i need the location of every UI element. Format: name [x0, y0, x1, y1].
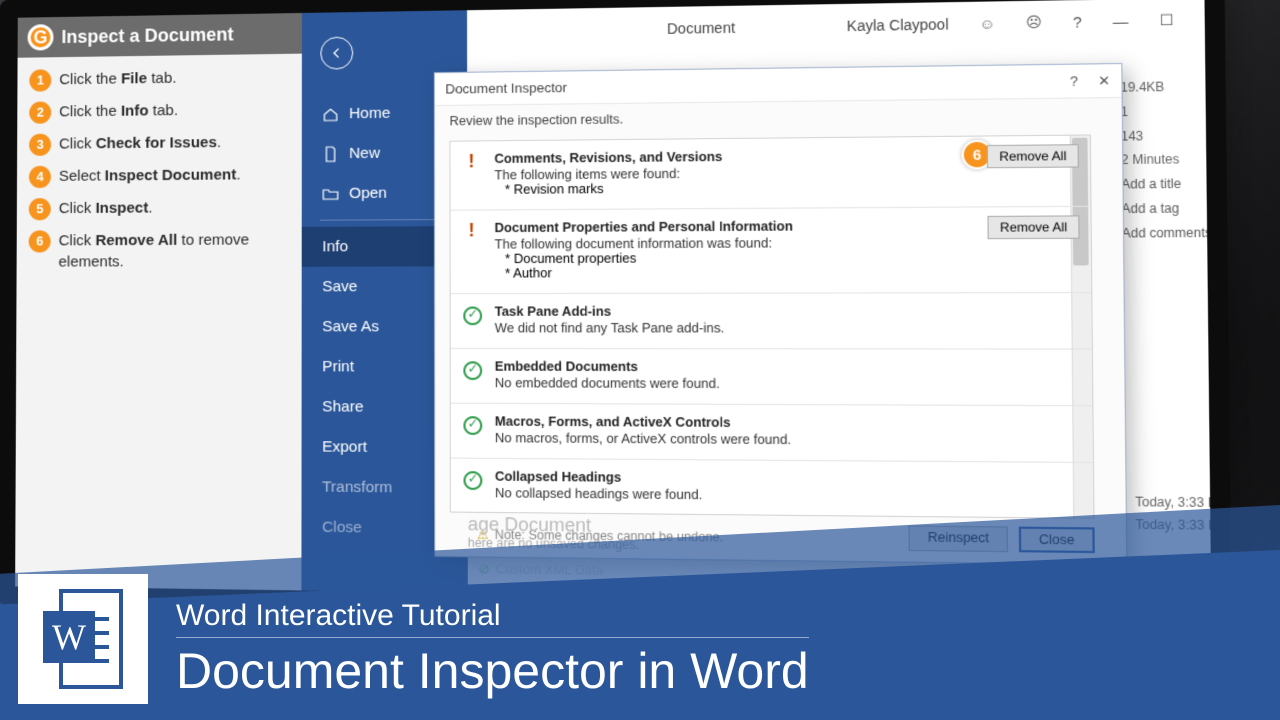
tutorial-step: 6Click Remove All to remove elements. — [29, 229, 290, 273]
prop-pages: 1 — [1121, 99, 1227, 124]
document-inspector-dialog: Document Inspector ? ✕ Review the inspec… — [434, 63, 1128, 565]
step-badge: 5 — [29, 198, 51, 220]
warning-icon — [463, 154, 482, 173]
result-row: Document Properties and Personal Informa… — [451, 207, 1092, 294]
tutorial-step: 3Click Check for Issues. — [29, 131, 289, 156]
face-frown-icon[interactable]: ☹ — [1026, 13, 1042, 31]
prop-size: 19.4KB — [1120, 74, 1226, 100]
result-title: Task Pane Add-ins — [495, 304, 1052, 319]
headline-subtitle: Word Interactive Tutorial — [176, 599, 809, 638]
face-smile-icon[interactable]: ☺ — [979, 15, 995, 32]
result-row: Collapsed Headings No collapsed headings… — [451, 459, 1093, 519]
check-icon — [463, 307, 482, 326]
help-icon[interactable]: ? — [1073, 13, 1082, 30]
tutorial-sidebar: G Inspect a Document 1Click the File tab… — [15, 13, 302, 590]
result-row: Macros, Forms, and ActiveX Controls No m… — [451, 404, 1093, 463]
result-bullet: * Author — [505, 264, 1051, 280]
close-button[interactable]: ✕ — [1205, 11, 1218, 29]
back-button[interactable] — [320, 37, 353, 70]
result-row: Embedded Documents No embedded documents… — [451, 349, 1092, 406]
headline-text: Word Interactive Tutorial Document Inspe… — [176, 599, 809, 700]
result-title: Macros, Forms, and ActiveX Controls — [495, 414, 1053, 431]
prop-add-comments[interactable]: Add comments — [1122, 221, 1228, 246]
headline-overlay: W Word Interactive Tutorial Document Ins… — [0, 530, 1280, 720]
word-app-icon: W — [18, 574, 148, 704]
warning-icon — [463, 223, 482, 242]
result-desc: No macros, forms, or ActiveX controls we… — [495, 431, 1053, 449]
result-title: Collapsed Headings — [495, 469, 1053, 488]
word-app: Document Kayla Claypool ☺ ☹ ? — ☐ ✕ Home… — [301, 0, 1231, 604]
result-desc: We did not find any Task Pane add-ins. — [495, 321, 1052, 336]
tutorial-step: 4Select Inspect Document. — [29, 164, 290, 188]
remove-all-button[interactable]: Remove All — [987, 144, 1079, 168]
inspection-results-list: Comments, Revisions, and Versions The fo… — [450, 134, 1095, 518]
tutorial-step: 1Click the File tab. — [29, 66, 289, 92]
result-bullet: * Revision marks — [505, 178, 1050, 197]
check-icon — [463, 416, 482, 435]
result-title: Embedded Documents — [495, 359, 1052, 375]
step-badge: 1 — [29, 69, 51, 91]
dialog-help-icon[interactable]: ? — [1070, 73, 1078, 90]
dialog-close-icon[interactable]: ✕ — [1098, 72, 1110, 89]
result-desc: No embedded documents were found. — [495, 376, 1052, 392]
prop-words: 143 — [1121, 123, 1227, 148]
prop-add-title[interactable]: Add a title — [1121, 172, 1227, 197]
step-badge: 2 — [29, 101, 51, 123]
result-row: Task Pane Add-ins We did not find any Ta… — [451, 293, 1092, 350]
headline-title: Document Inspector in Word — [176, 642, 809, 700]
home-icon — [322, 106, 338, 123]
minimize-button[interactable]: — — [1113, 12, 1129, 29]
folder-icon — [322, 185, 338, 201]
check-icon — [463, 361, 482, 380]
step-badge: 4 — [29, 166, 51, 188]
result-bullet: * Document properties — [505, 250, 1051, 267]
maximize-button[interactable]: ☐ — [1159, 11, 1173, 29]
tutorial-steps: 1Click the File tab. 2Click the Info tab… — [16, 54, 301, 295]
step-badge: 3 — [29, 134, 51, 156]
tutorial-header: G Inspect a Document — [18, 13, 302, 58]
step-badge: 6 — [29, 230, 51, 252]
result-title: Document Properties and Personal Informa… — [495, 218, 1051, 236]
dialog-subtitle: Review the inspection results. — [435, 98, 1122, 137]
document-icon — [322, 145, 338, 161]
prop-add-tag[interactable]: Add a tag — [1121, 196, 1227, 221]
tutorial-logo-icon: G — [28, 24, 54, 50]
tutorial-title: Inspect a Document — [61, 24, 233, 48]
check-icon — [463, 471, 482, 490]
nav-separator — [320, 219, 448, 221]
result-desc: No collapsed headings were found. — [495, 486, 1053, 506]
document-title: Document — [667, 19, 735, 37]
remove-all-button[interactable]: Remove All — [988, 215, 1080, 239]
result-row: Comments, Revisions, and Versions The fo… — [451, 136, 1091, 211]
dialog-title: Document Inspector — [445, 80, 567, 97]
tutorial-step: 5Click Inspect. — [29, 196, 290, 220]
tutorial-step: 2Click the Info tab. — [29, 99, 289, 124]
prop-edit-time: 2 Minutes — [1121, 147, 1227, 172]
word-letter-icon: W — [43, 611, 95, 663]
user-name: Kayla Claypool — [847, 15, 949, 33]
